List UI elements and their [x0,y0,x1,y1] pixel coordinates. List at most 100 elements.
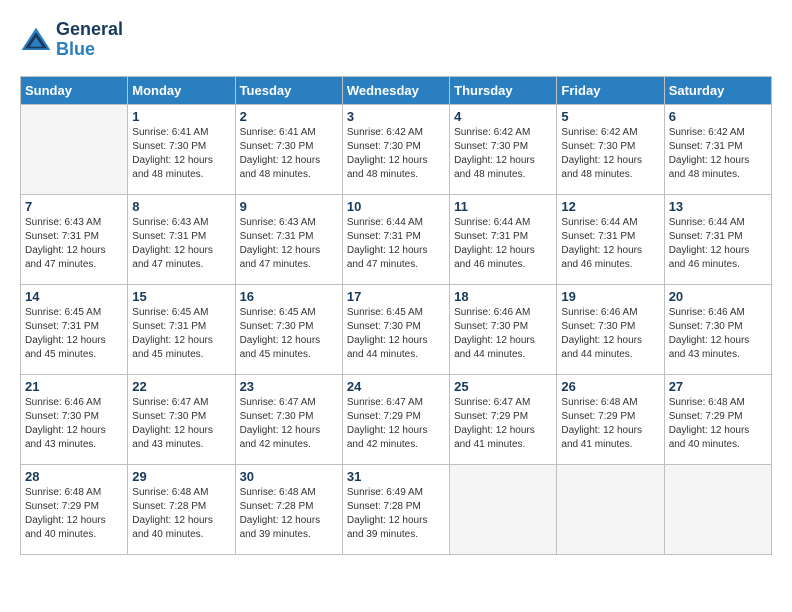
calendar-day-cell: 19Sunrise: 6:46 AMSunset: 7:30 PMDayligh… [557,284,664,374]
calendar-day-cell: 26 Sunrise: 6:48 AMSunset: 7:29 PMDayligh… [557,374,664,464]
calendar-week-row: 1 Sunrise: 6:41 AMSunset: 7:30 PMDaylight… [21,104,772,194]
calendar-day-cell: 28Sunrise: 6:48 AMSunset: 7:29 PMDayligh… [21,464,128,554]
day-info: Sunrise: 6:42 AMSunset: 7:31 PMDaylight:… [669,126,767,182]
day-number: 21 [25,379,123,394]
page-header: General Blue [20,20,772,60]
calendar-day-cell: 22Sunrise: 6:47 AMSunset: 7:30 PMDayligh… [128,374,235,464]
calendar-day-cell [664,464,771,554]
calendar-day-cell: 31 Sunrise: 6:49 AMSunset: 7:28 PMDayligh… [342,464,449,554]
day-number: 11 [454,199,552,214]
logo-icon [20,26,52,54]
day-info: Sunrise: 6:45 AMSunset: 7:31 PMDaylight:… [25,306,123,362]
calendar-day-cell: 30 Sunrise: 6:48 AMSunset: 7:28 PMDayligh… [235,464,342,554]
day-info: Sunrise: 6:48 AMSunset: 7:29 PMDaylight:… [669,396,767,452]
calendar-day-cell: 21 Sunrise: 6:46 AMSunset: 7:30 PMDayligh… [21,374,128,464]
day-number: 4 [454,109,552,124]
day-number: 1 [132,109,230,124]
day-number: 17 [347,289,445,304]
day-number: 9 [240,199,338,214]
day-info: Sunrise: 6:48 AMSunset: 7:28 PMDaylight:… [240,486,338,542]
day-number: 10 [347,199,445,214]
day-info: Sunrise: 6:42 AMSunset: 7:30 PMDaylight:… [561,126,659,182]
day-number: 5 [561,109,659,124]
calendar-day-cell: 7 Sunrise: 6:43 AMSunset: 7:31 PMDaylight… [21,194,128,284]
calendar-day-cell: 29Sunrise: 6:48 AMSunset: 7:28 PMDayligh… [128,464,235,554]
calendar-day-cell: 10 Sunrise: 6:44 AMSunset: 7:31 PMDayligh… [342,194,449,284]
day-info: Sunrise: 6:45 AMSunset: 7:30 PMDaylight:… [347,306,445,362]
day-number: 14 [25,289,123,304]
day-info: Sunrise: 6:43 AMSunset: 7:31 PMDaylight:… [240,216,338,272]
day-info: Sunrise: 6:46 AMSunset: 7:30 PMDaylight:… [454,306,552,362]
calendar-day-cell: 5 Sunrise: 6:42 AMSunset: 7:30 PMDaylight… [557,104,664,194]
calendar-day-cell [557,464,664,554]
calendar-day-cell: 18 Sunrise: 6:46 AMSunset: 7:30 PMDayligh… [450,284,557,374]
day-info: Sunrise: 6:46 AMSunset: 7:30 PMDaylight:… [561,306,659,362]
day-number: 23 [240,379,338,394]
day-info: Sunrise: 6:41 AMSunset: 7:30 PMDaylight:… [240,126,338,182]
calendar-day-cell: 15 Sunrise: 6:45 AMSunset: 7:31 PMDayligh… [128,284,235,374]
day-number: 20 [669,289,767,304]
day-info: Sunrise: 6:45 AMSunset: 7:31 PMDaylight:… [132,306,230,362]
day-number: 24 [347,379,445,394]
calendar-day-cell: 14 Sunrise: 6:45 AMSunset: 7:31 PMDayligh… [21,284,128,374]
day-of-week-header: Tuesday [235,76,342,104]
day-info: Sunrise: 6:43 AMSunset: 7:31 PMDaylight:… [25,216,123,272]
day-number: 26 [561,379,659,394]
calendar-week-row: 7 Sunrise: 6:43 AMSunset: 7:31 PMDaylight… [21,194,772,284]
day-number: 16 [240,289,338,304]
day-info: Sunrise: 6:47 AMSunset: 7:29 PMDaylight:… [454,396,552,452]
logo: General Blue [20,20,123,60]
calendar-week-row: 21 Sunrise: 6:46 AMSunset: 7:30 PMDayligh… [21,374,772,464]
calendar-day-cell: 13 Sunrise: 6:44 AMSunset: 7:31 PMDayligh… [664,194,771,284]
day-info: Sunrise: 6:44 AMSunset: 7:31 PMDaylight:… [347,216,445,272]
day-number: 6 [669,109,767,124]
day-info: Sunrise: 6:44 AMSunset: 7:31 PMDaylight:… [561,216,659,272]
calendar-day-cell: 2Sunrise: 6:41 AMSunset: 7:30 PMDaylight… [235,104,342,194]
day-of-week-header: Monday [128,76,235,104]
calendar-header-row: SundayMondayTuesdayWednesdayThursdayFrid… [21,76,772,104]
day-number: 15 [132,289,230,304]
day-number: 30 [240,469,338,484]
calendar-day-cell: 6 Sunrise: 6:42 AMSunset: 7:31 PMDaylight… [664,104,771,194]
calendar-day-cell: 11 Sunrise: 6:44 AMSunset: 7:31 PMDayligh… [450,194,557,284]
calendar-day-cell: 20 Sunrise: 6:46 AMSunset: 7:30 PMDayligh… [664,284,771,374]
calendar-day-cell: 9 Sunrise: 6:43 AMSunset: 7:31 PMDaylight… [235,194,342,284]
day-info: Sunrise: 6:41 AMSunset: 7:30 PMDaylight:… [132,126,230,182]
calendar-day-cell: 4 Sunrise: 6:42 AMSunset: 7:30 PMDaylight… [450,104,557,194]
day-number: 3 [347,109,445,124]
calendar-day-cell: 1 Sunrise: 6:41 AMSunset: 7:30 PMDaylight… [128,104,235,194]
day-info: Sunrise: 6:46 AMSunset: 7:30 PMDaylight:… [25,396,123,452]
day-number: 25 [454,379,552,394]
day-number: 7 [25,199,123,214]
calendar-day-cell: 17 Sunrise: 6:45 AMSunset: 7:30 PMDayligh… [342,284,449,374]
day-info: Sunrise: 6:47 AMSunset: 7:29 PMDaylight:… [347,396,445,452]
day-of-week-header: Wednesday [342,76,449,104]
day-of-week-header: Saturday [664,76,771,104]
day-number: 8 [132,199,230,214]
day-info: Sunrise: 6:48 AMSunset: 7:29 PMDaylight:… [25,486,123,542]
day-info: Sunrise: 6:44 AMSunset: 7:31 PMDaylight:… [454,216,552,272]
day-info: Sunrise: 6:42 AMSunset: 7:30 PMDaylight:… [454,126,552,182]
day-number: 31 [347,469,445,484]
day-info: Sunrise: 6:47 AMSunset: 7:30 PMDaylight:… [240,396,338,452]
day-info: Sunrise: 6:43 AMSunset: 7:31 PMDaylight:… [132,216,230,272]
logo-text: General Blue [56,20,123,60]
day-info: Sunrise: 6:47 AMSunset: 7:30 PMDaylight:… [132,396,230,452]
day-info: Sunrise: 6:46 AMSunset: 7:30 PMDaylight:… [669,306,767,362]
day-info: Sunrise: 6:48 AMSunset: 7:29 PMDaylight:… [561,396,659,452]
calendar-day-cell: 24 Sunrise: 6:47 AMSunset: 7:29 PMDayligh… [342,374,449,464]
calendar-day-cell: 27 Sunrise: 6:48 AMSunset: 7:29 PMDayligh… [664,374,771,464]
day-info: Sunrise: 6:49 AMSunset: 7:28 PMDaylight:… [347,486,445,542]
day-of-week-header: Friday [557,76,664,104]
day-info: Sunrise: 6:44 AMSunset: 7:31 PMDaylight:… [669,216,767,272]
day-number: 18 [454,289,552,304]
calendar-day-cell: 8 Sunrise: 6:43 AMSunset: 7:31 PMDaylight… [128,194,235,284]
calendar-day-cell [21,104,128,194]
day-number: 27 [669,379,767,394]
day-of-week-header: Thursday [450,76,557,104]
calendar-table: SundayMondayTuesdayWednesdayThursdayFrid… [20,76,772,555]
calendar-week-row: 28Sunrise: 6:48 AMSunset: 7:29 PMDayligh… [21,464,772,554]
day-number: 13 [669,199,767,214]
calendar-day-cell: 23 Sunrise: 6:47 AMSunset: 7:30 PMDayligh… [235,374,342,464]
day-info: Sunrise: 6:48 AMSunset: 7:28 PMDaylight:… [132,486,230,542]
